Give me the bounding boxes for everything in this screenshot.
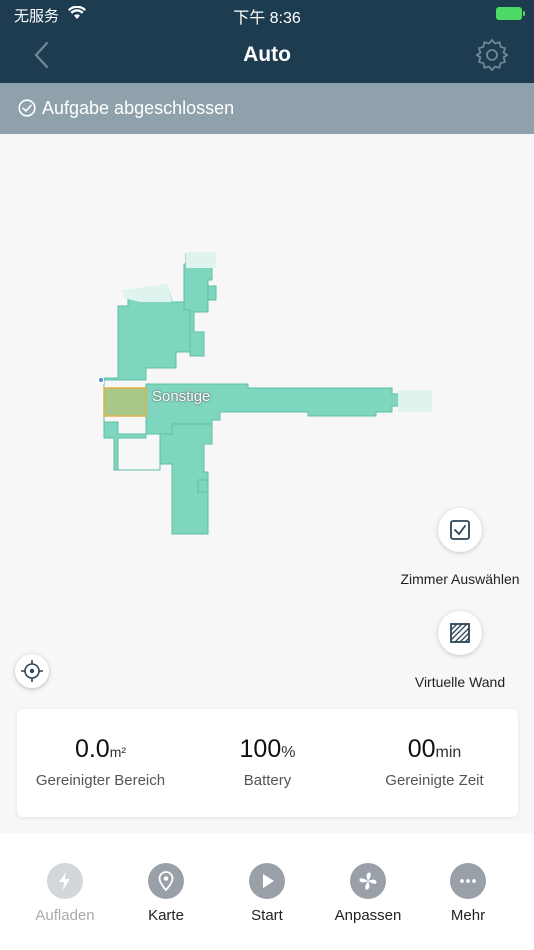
stat-battery: 100% Battery xyxy=(184,709,351,817)
battery-label: Battery xyxy=(243,772,292,789)
tab-mehr[interactable]: Mehr xyxy=(418,861,518,941)
stat-time: 00min Gereinigte Zeit xyxy=(351,709,518,817)
tab-label: Mehr xyxy=(450,907,486,924)
more-icon xyxy=(450,863,486,899)
select-room-label: Zimmer Auswählen xyxy=(400,571,520,587)
robot-position-icon xyxy=(99,378,103,382)
check-circle-icon xyxy=(18,99,36,117)
tab-aufladen[interactable]: Aufladen xyxy=(15,861,115,941)
selected-zone[interactable] xyxy=(103,387,147,417)
battery-icon xyxy=(496,7,525,20)
tab-anpassen[interactable]: Anpassen xyxy=(318,861,418,941)
settings-button[interactable] xyxy=(474,37,510,73)
crosshair-icon xyxy=(21,660,43,682)
tab-label: Start xyxy=(251,907,283,924)
tab-start[interactable]: Start xyxy=(217,861,317,941)
gear-icon xyxy=(475,38,509,72)
time-value: 00 xyxy=(407,735,436,763)
tab-label: Karte xyxy=(148,907,184,924)
battery-unit: % xyxy=(281,744,296,761)
area-label: Gereinigter Bereich xyxy=(35,772,166,789)
bolt-icon xyxy=(47,863,83,899)
nav-bar: Auto xyxy=(0,28,534,83)
clock-text: 下午 8:36 xyxy=(233,10,301,27)
locate-button[interactable] xyxy=(15,654,49,688)
fan-icon xyxy=(350,863,386,899)
map-pin-icon xyxy=(148,863,184,899)
tab-label: Anpassen xyxy=(334,907,402,924)
floor-map xyxy=(96,252,432,535)
tab-label: Aufladen xyxy=(35,907,95,924)
stat-area: 0.0m² Gereinigter Bereich xyxy=(17,709,184,817)
time-unit: min xyxy=(435,744,462,761)
room-label[interactable]: Sonstige xyxy=(152,388,210,405)
battery-value: 100 xyxy=(239,735,282,763)
select-room-button[interactable] xyxy=(438,508,482,552)
map-area[interactable]: Sonstige xyxy=(0,134,534,694)
task-status-text: Aufgabe abgeschlossen xyxy=(42,98,235,118)
bottom-tab-bar: Aufladen Karte Start Anpassen Mehr xyxy=(0,833,534,950)
virtual-wall-button[interactable] xyxy=(438,611,482,655)
tab-karte[interactable]: Karte xyxy=(116,861,216,941)
area-unit: m² xyxy=(109,744,127,760)
task-status-banner: Aufgabe abgeschlossen xyxy=(0,83,534,134)
stats-card: 0.0m² Gereinigter Bereich 100% Battery 0… xyxy=(17,709,518,817)
play-icon xyxy=(249,863,285,899)
status-bar: 无服务 下午 8:36 xyxy=(0,0,534,28)
checkbox-icon xyxy=(450,520,470,540)
area-value: 0.0 xyxy=(74,735,110,763)
page-title: Auto xyxy=(243,43,291,66)
time-label: Gereinigte Zeit xyxy=(385,772,484,789)
hatched-square-icon xyxy=(450,623,470,643)
virtual-wall-label: Virtuelle Wand xyxy=(414,674,506,690)
